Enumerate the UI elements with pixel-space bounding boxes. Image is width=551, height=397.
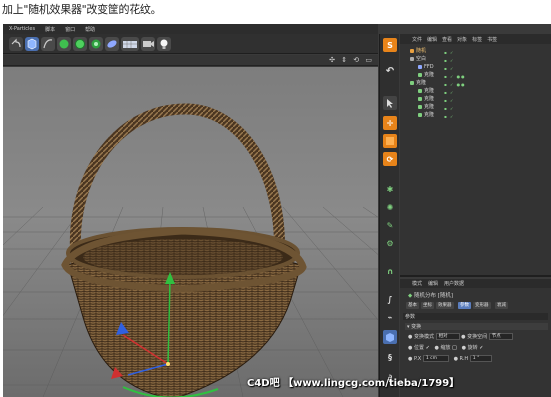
transform-mode-select[interactable]: 相对 bbox=[435, 333, 460, 340]
object-row-cloner-1[interactable]: 克隆 ▪ ✓ ●● bbox=[400, 71, 551, 79]
brush-icon[interactable]: ✎ bbox=[383, 218, 397, 232]
menu-window[interactable]: 窗口 bbox=[65, 26, 75, 33]
watermark-text: C4D吧 【www.lingcg.com/tieba/1799】 bbox=[247, 378, 460, 389]
attribute-menu: 模式 编辑 用户数据 bbox=[400, 279, 551, 288]
subsection-transform[interactable]: ▾ 变换 bbox=[405, 323, 548, 330]
om-tab-edit[interactable]: 编辑 bbox=[427, 36, 437, 43]
array-icon[interactable] bbox=[73, 37, 87, 51]
om-tab-file[interactable]: 文件 bbox=[412, 36, 422, 43]
cube-mode-icon[interactable] bbox=[383, 330, 397, 344]
viewport-header: ✣ ⇕ ⟲ ▭ bbox=[3, 55, 378, 66]
menu-script[interactable]: 脚本 bbox=[45, 26, 55, 33]
scene-icon[interactable] bbox=[105, 37, 119, 51]
object-manager-menu: 文件 编辑 查看 对象 标签 书签 bbox=[400, 34, 551, 44]
subtab-effector[interactable]: 效果器 bbox=[436, 302, 454, 309]
3d-viewport[interactable] bbox=[3, 67, 378, 397]
object-row-cloner-2[interactable]: 克隆 ▪ ✓ ●● bbox=[400, 79, 551, 87]
camera-icon[interactable] bbox=[141, 37, 155, 51]
menu-xparticles[interactable]: X-Particles bbox=[9, 26, 35, 32]
section-header: 参数 bbox=[403, 313, 548, 320]
attribute-title: ◆ 随机分布 [随机] bbox=[408, 293, 454, 299]
move-tool-icon[interactable]: ✛ bbox=[383, 116, 397, 130]
knife-icon[interactable]: ⌁ bbox=[383, 310, 397, 324]
link-icon[interactable]: § bbox=[383, 350, 397, 364]
am-tab-edit[interactable]: 编辑 bbox=[428, 280, 438, 287]
om-tab-object[interactable]: 对象 bbox=[457, 36, 467, 43]
caption-text: 加上"随机效果器"改变筐的花纹。 bbox=[2, 3, 162, 16]
transform-values-row: ● P.X 1 cm ● R.H 1 ° bbox=[408, 355, 492, 362]
object-row-ffd[interactable]: FFD ▪ ✓ bbox=[400, 63, 551, 71]
subtab-falloff[interactable]: 衰减 bbox=[495, 302, 508, 309]
deformer-icon[interactable] bbox=[89, 37, 103, 51]
floor-icon[interactable] bbox=[121, 37, 139, 51]
object-row-cloner-4[interactable]: 克隆 ▪ ✓ bbox=[400, 95, 551, 103]
undo-icon[interactable] bbox=[9, 37, 23, 51]
object-row-random[interactable]: 随机 ▪ ✓ bbox=[400, 47, 551, 55]
script-s-icon[interactable]: S bbox=[383, 38, 397, 52]
undo-arrow-icon[interactable]: ↶ bbox=[383, 64, 397, 78]
viewport-nav-icons[interactable]: ✣ ⇕ ⟲ ▭ bbox=[329, 56, 374, 64]
scale-checkbox[interactable]: □ bbox=[452, 345, 457, 351]
position-checkbox[interactable]: ✓ bbox=[426, 345, 430, 351]
menu-help[interactable]: 帮助 bbox=[85, 26, 95, 33]
tool-strip: S ↶ ✛ ⟳ ✱ ✺ ✎ ⚙ ∩ ∫ ⌁ § ∂ bbox=[379, 34, 399, 397]
am-tab-userdata[interactable]: 用户数据 bbox=[444, 280, 464, 287]
scale-tool-icon[interactable] bbox=[383, 134, 397, 148]
rotation-checkbox[interactable]: ✓ bbox=[479, 345, 483, 351]
transform-space-select[interactable]: 节点 bbox=[488, 333, 513, 340]
light-icon[interactable] bbox=[157, 37, 171, 51]
subtab-coord[interactable]: 坐标 bbox=[421, 302, 434, 309]
viewport-scene bbox=[3, 103, 378, 397]
main-toolbar bbox=[3, 34, 378, 54]
subtab-deformer[interactable]: 变形器 bbox=[473, 302, 491, 309]
cube-icon[interactable] bbox=[25, 37, 39, 51]
particle-icon[interactable]: ✱ bbox=[383, 182, 397, 196]
rotation-h-field[interactable]: 1 ° bbox=[469, 355, 492, 362]
om-tab-bookmark[interactable]: 书签 bbox=[487, 36, 497, 43]
subtab-parameter[interactable]: 参数 bbox=[458, 302, 471, 309]
subtab-basic[interactable]: 基本 bbox=[406, 302, 419, 309]
object-manager: 文件 编辑 查看 对象 标签 书签 随机 ▪ ✓ 空白 ▪ ✓ FFD ▪ ✓ 克隆 ▪… bbox=[400, 34, 551, 277]
spline-icon[interactable]: ∫ bbox=[383, 292, 397, 306]
object-row-null[interactable]: 空白 ▪ ✓ bbox=[400, 55, 551, 63]
menu-bar: X-Particles 脚本 窗口 帮助 bbox=[3, 24, 378, 34]
spline-pen-icon[interactable] bbox=[41, 37, 55, 51]
emitter-icon[interactable]: ✺ bbox=[383, 200, 397, 214]
object-row-cloner-5[interactable]: 克隆 ▪ ✓ bbox=[400, 103, 551, 111]
sculpt-icon[interactable]: ⚙ bbox=[383, 236, 397, 250]
transform-mode-row: ● 变换模式 相对 ● 变换空间 节点 bbox=[408, 333, 513, 340]
effector-icon: ◆ bbox=[408, 293, 413, 299]
select-arrow-icon[interactable] bbox=[383, 96, 397, 110]
object-row-cloner-3[interactable]: 克隆 ▪ ✓ bbox=[400, 87, 551, 95]
am-tab-mode[interactable]: 模式 bbox=[412, 280, 422, 287]
om-tab-view[interactable]: 查看 bbox=[442, 36, 452, 43]
position-x-field[interactable]: 1 cm bbox=[422, 355, 449, 362]
magnet-icon[interactable]: ∩ bbox=[383, 264, 397, 278]
om-tab-tag[interactable]: 标签 bbox=[472, 36, 482, 43]
object-row-cloner-6[interactable]: 克隆 ▪ ✓ bbox=[400, 111, 551, 119]
rotate-tool-icon[interactable]: ⟳ bbox=[383, 152, 397, 166]
nurbs-icon[interactable] bbox=[57, 37, 71, 51]
transform-toggles-row: ● 位置 ✓ ● 缩放 □ ● 旋转 ✓ bbox=[408, 345, 484, 351]
cinema4d-window: X-Particles 脚本 窗口 帮助 ✣ ⇕ ⟲ ▭ S ↶ ✛ ⟳ ✱ ✺… bbox=[3, 24, 551, 397]
